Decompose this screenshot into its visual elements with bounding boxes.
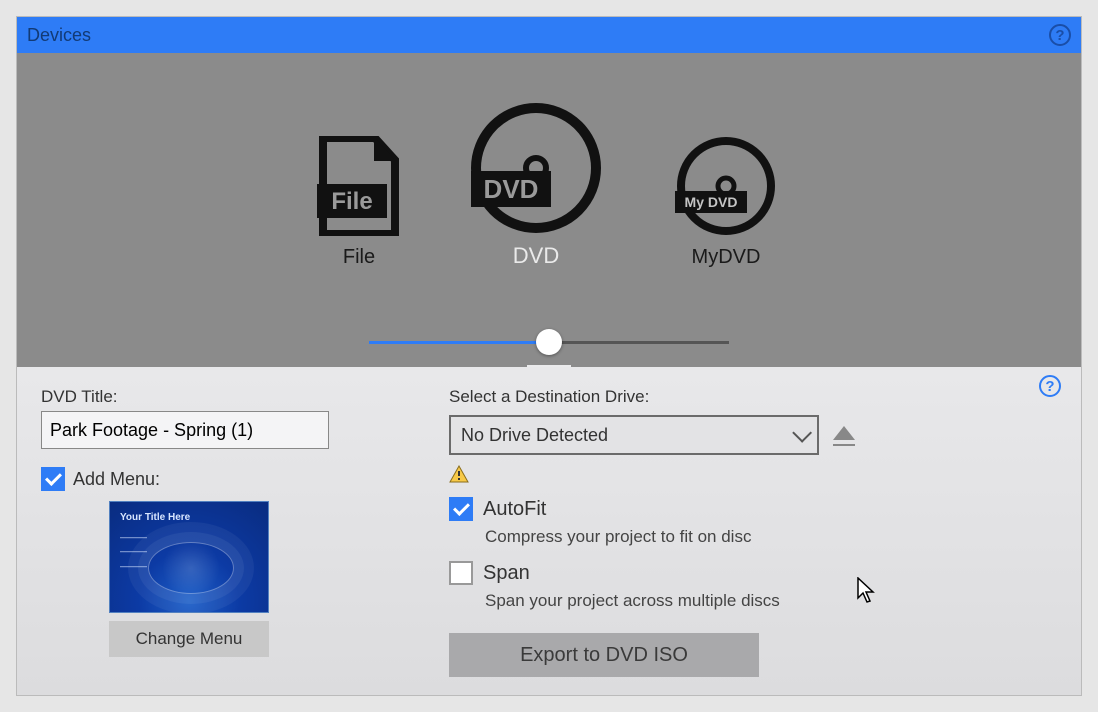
panel-titlebar: Devices ? — [17, 17, 1081, 53]
device-file-label: File — [343, 246, 375, 269]
warning-icon — [449, 465, 469, 483]
dvd-title-input[interactable] — [41, 411, 329, 449]
autofit-label: AutoFit — [483, 498, 546, 521]
span-label: Span — [483, 562, 530, 585]
span-checkbox[interactable] — [449, 561, 473, 585]
panel-title: Devices — [27, 25, 91, 46]
device-slider[interactable] — [369, 335, 729, 349]
device-mydvd-label: MyDVD — [692, 246, 761, 269]
dvd-icon: DVD — [461, 103, 611, 233]
menu-preview[interactable]: Your Title Here ——— ——— ——— Change Menu — [109, 501, 289, 657]
eject-icon[interactable] — [833, 424, 855, 446]
change-menu-button[interactable]: Change Menu — [109, 621, 269, 657]
settings-help-icon[interactable]: ? — [1039, 375, 1061, 397]
file-icon: File — [317, 136, 401, 236]
destination-value: No Drive Detected — [461, 425, 608, 446]
autofit-desc: Compress your project to fit on disc — [485, 527, 1057, 547]
devices-panel: Devices ? File File — [16, 16, 1082, 696]
svg-text:DVD: DVD — [484, 174, 539, 204]
device-file[interactable]: File File — [317, 136, 401, 269]
right-column: Select a Destination Drive: No Drive Det… — [449, 387, 1057, 685]
dvd-title-label: DVD Title: — [41, 387, 401, 407]
svg-text:My DVD: My DVD — [685, 194, 738, 210]
help-icon[interactable]: ? — [1049, 24, 1071, 46]
device-dvd[interactable]: DVD DVD — [461, 103, 611, 269]
settings-area: ? DVD Title: Add Menu: Your Title Here —… — [17, 367, 1081, 696]
span-desc: Span your project across multiple discs — [485, 591, 1057, 611]
add-menu-checkbox[interactable] — [41, 467, 65, 491]
export-dvd-iso-button[interactable]: Export to DVD ISO — [449, 633, 759, 677]
left-column: DVD Title: Add Menu: Your Title Here ———… — [41, 387, 401, 685]
device-list: File File DVD DVD — [317, 103, 781, 269]
device-dvd-label: DVD — [513, 243, 559, 269]
svg-text:File: File — [331, 188, 372, 215]
mydvd-icon: My DVD — [671, 136, 781, 236]
destination-label: Select a Destination Drive: — [449, 387, 1057, 407]
destination-select[interactable]: No Drive Detected — [449, 415, 819, 455]
add-menu-label: Add Menu: — [73, 469, 160, 490]
device-stage: File File DVD DVD — [17, 53, 1081, 367]
chevron-down-icon — [792, 423, 812, 443]
menu-preview-title: Your Title Here — [120, 510, 190, 526]
autofit-checkbox[interactable] — [449, 497, 473, 521]
device-mydvd[interactable]: My DVD MyDVD — [671, 136, 781, 269]
